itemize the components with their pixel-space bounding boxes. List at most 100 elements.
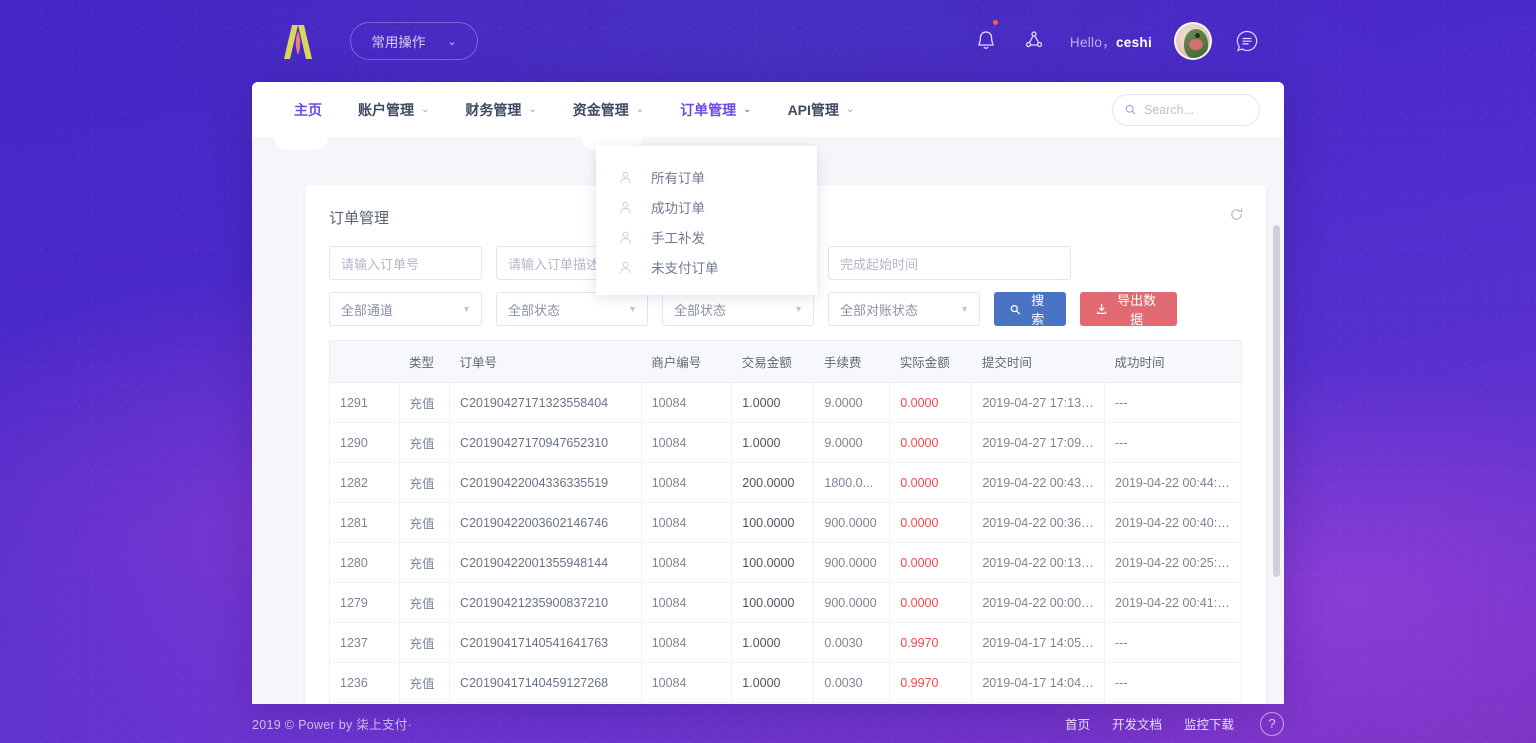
- dropdown-item-label: 成功订单: [651, 197, 705, 217]
- nav-search-box[interactable]: [1112, 94, 1260, 126]
- cell-order_no: C20190422004336335519: [450, 463, 642, 503]
- cell-merchant: 10084: [641, 623, 732, 663]
- dropdown-item-manual-reissue[interactable]: 手工补发: [596, 222, 817, 252]
- cell-order_no: C20190422001355948144: [450, 543, 642, 583]
- nav-item-funds[interactable]: 资金管理 ⌄: [555, 82, 662, 137]
- dropdown-item-label: 未支付订单: [651, 257, 719, 277]
- footer-link-docs[interactable]: 开发文档: [1112, 714, 1162, 733]
- nav-label: 财务管理: [465, 100, 521, 120]
- username: ceshi: [1116, 35, 1152, 50]
- table-row[interactable]: 1282充值C2019042200433633551910084200.0000…: [330, 463, 1242, 503]
- cell-amount: 100.0000: [732, 503, 814, 543]
- cell-merchant: 10084: [641, 423, 732, 463]
- nav-label: 订单管理: [680, 100, 736, 120]
- cell-merchant: 10084: [641, 383, 732, 423]
- cell-amount: 100.0000: [732, 583, 814, 623]
- cell-type: 充值: [399, 543, 450, 583]
- cell-fee: 1800.0...: [814, 463, 890, 503]
- cell-id: 1291: [330, 383, 400, 423]
- cell-amount: 1.0000: [732, 663, 814, 703]
- table-head: 类型 订单号 商户编号 交易金额 手续费 实际金额 提交时间 成功时间: [330, 341, 1242, 383]
- cell-order_no: C20190417140459127268: [450, 663, 642, 703]
- status-select-2-value: 全部状态: [674, 300, 726, 319]
- cell-fee: 0.0030: [814, 623, 890, 663]
- table-row[interactable]: 1291充值C20190427171323558404100841.00009.…: [330, 383, 1242, 423]
- help-icon[interactable]: ?: [1260, 712, 1284, 736]
- user-icon: [618, 200, 633, 215]
- cell-amount: 1.0000: [732, 383, 814, 423]
- cell-type: 充值: [399, 503, 450, 543]
- dropdown-item-unpaid-orders[interactable]: 未支付订单: [596, 252, 817, 282]
- cell-submit_time: 2019-04-22 00:43:37: [972, 463, 1105, 503]
- col-order-no: 订单号: [450, 341, 642, 383]
- refresh-icon[interactable]: [1229, 207, 1244, 227]
- quick-action-button[interactable]: 常用操作 ⌄: [350, 22, 478, 60]
- cell-order_no: C20190421235900837210: [450, 583, 642, 623]
- greeting-prefix: Hello，: [1070, 35, 1116, 50]
- brand-logo-icon[interactable]: [276, 21, 320, 61]
- table-body: 1291充值C20190427171323558404100841.00009.…: [330, 383, 1242, 705]
- avatar[interactable]: [1174, 22, 1212, 60]
- search-input[interactable]: [1144, 103, 1247, 117]
- export-icon: [1096, 303, 1107, 315]
- order-no-input[interactable]: 请输入订单号: [329, 246, 482, 280]
- cell-actual: 0.9970: [890, 663, 972, 703]
- nav-item-orders[interactable]: 订单管理 ⌄: [662, 82, 769, 137]
- table-row[interactable]: 1236充值C20190417140459127268100841.00000.…: [330, 663, 1242, 703]
- nav-item-finance[interactable]: 财务管理 ⌄: [447, 82, 554, 137]
- nav-label: 账户管理: [358, 100, 414, 120]
- quick-action-label: 常用操作: [371, 31, 425, 51]
- chevron-down-icon: ▼: [628, 304, 637, 314]
- cell-submit_time: 2019-04-17 14:05:42: [972, 623, 1105, 663]
- top-header: 常用操作 ⌄ Hello，ceshi: [252, 0, 1284, 82]
- chevron-down-icon: ⌄: [846, 104, 854, 115]
- cell-actual: 0.0000: [890, 543, 972, 583]
- cell-type: 充值: [399, 623, 450, 663]
- cell-actual: 0.0000: [890, 583, 972, 623]
- table-row[interactable]: 1280充值C2019042200135594814410084100.0000…: [330, 543, 1242, 583]
- cell-order_no: C20190422003602146746: [450, 503, 642, 543]
- cell-submit_time: 2019-04-22 00:00:03: [972, 583, 1105, 623]
- chevron-down-icon: ⌄: [743, 104, 751, 115]
- export-button-label: 导出数据: [1112, 290, 1161, 328]
- dropdown-item-all-orders[interactable]: 所有订单: [596, 162, 817, 192]
- chat-menu-icon[interactable]: [1234, 28, 1260, 54]
- cell-submit_time: 2019-04-17 14:04:59: [972, 663, 1105, 703]
- vertical-scrollbar[interactable]: [1273, 225, 1280, 577]
- cell-success_time: ---: [1105, 383, 1242, 423]
- bell-icon[interactable]: [974, 28, 1000, 54]
- table-row[interactable]: 1237充值C20190417140541641763100841.00000.…: [330, 623, 1242, 663]
- share-icon[interactable]: [1022, 28, 1048, 54]
- channel-select[interactable]: 全部通道 ▼: [329, 292, 482, 326]
- export-button[interactable]: 导出数据: [1080, 292, 1177, 326]
- reconcile-status-select[interactable]: 全部对账状态 ▼: [828, 292, 980, 326]
- cell-type: 充值: [399, 663, 450, 703]
- cell-type: 充值: [399, 583, 450, 623]
- dropdown-item-success-orders[interactable]: 成功订单: [596, 192, 817, 222]
- nav-item-home[interactable]: 主页: [276, 82, 340, 137]
- chevron-down-icon: ▼: [462, 304, 471, 314]
- complete-start-time-input[interactable]: 完成起始时间: [828, 246, 1071, 280]
- status-select-2[interactable]: 全部状态 ▼: [662, 292, 814, 326]
- table-row[interactable]: 1281充值C2019042200360214674610084100.0000…: [330, 503, 1242, 543]
- chevron-down-icon: ⌄: [447, 35, 456, 48]
- status-select[interactable]: 全部状态 ▼: [496, 292, 648, 326]
- greeting-text: Hello，ceshi: [1070, 31, 1152, 51]
- cell-actual: 0.0000: [890, 463, 972, 503]
- nav-item-account[interactable]: 账户管理 ⌄: [340, 82, 447, 137]
- cell-fee: 900.0000: [814, 583, 890, 623]
- table-row[interactable]: 1290充值C20190427170947652310100841.00009.…: [330, 423, 1242, 463]
- page-footer: 2019 © Power by 柒上支付· 首页 开发文档 监控下载 ?: [0, 704, 1536, 743]
- search-button[interactable]: 搜索: [994, 292, 1066, 326]
- cell-submit_time: 2019-04-27 17:13:24: [972, 383, 1105, 423]
- nav-item-api[interactable]: API管理 ⌄: [770, 82, 873, 137]
- footer-link-home[interactable]: 首页: [1065, 714, 1090, 733]
- footer-link-monitor-download[interactable]: 监控下载: [1184, 714, 1234, 733]
- filter-row-2: 全部通道 ▼ 全部状态 ▼ 全部状态 ▼ 全部对账状态 ▼: [329, 292, 1242, 326]
- cell-type: 充值: [399, 463, 450, 503]
- cell-amount: 100.0000: [732, 543, 814, 583]
- cell-actual: 0.0000: [890, 423, 972, 463]
- cell-fee: 9.0000: [814, 423, 890, 463]
- cell-merchant: 10084: [641, 663, 732, 703]
- table-row[interactable]: 1279充值C2019042123590083721010084100.0000…: [330, 583, 1242, 623]
